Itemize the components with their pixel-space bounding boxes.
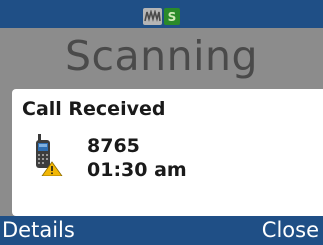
details-button[interactable]: Details xyxy=(2,218,75,243)
call-time: 01:30 am xyxy=(87,159,187,181)
scan-icon: S xyxy=(164,8,180,25)
status-bar: S xyxy=(0,0,323,28)
call-received-dialog: Call Received 8765 01:30 am xyxy=(12,89,323,216)
dialog-title: Call Received xyxy=(22,98,166,120)
status-icons: S xyxy=(143,8,180,25)
radio-display: S Scanning Call Received 8765 01:30 am D… xyxy=(0,0,323,245)
close-button[interactable]: Close xyxy=(262,218,319,243)
talkaround-mode-icon xyxy=(143,8,162,25)
radio-warning-icon xyxy=(32,134,64,177)
screen-title: Scanning xyxy=(64,32,259,80)
caller-id: 8765 xyxy=(87,135,140,157)
softkey-bar: Details Close xyxy=(0,216,323,245)
